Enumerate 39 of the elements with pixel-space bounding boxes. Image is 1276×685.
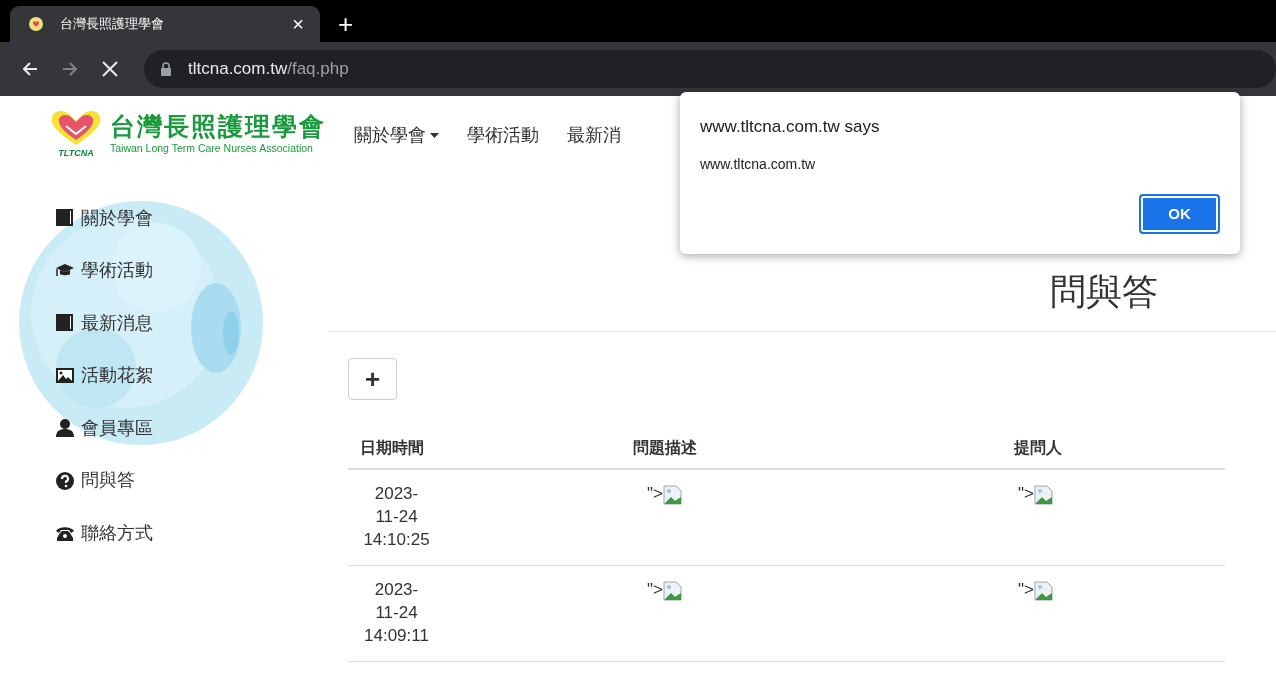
browser-tab[interactable]: 台灣長照護理學會 × xyxy=(10,6,320,42)
address-bar[interactable]: tltcna.com.tw/faq.php xyxy=(144,50,1276,88)
column-header: 問題描述 xyxy=(445,428,885,471)
question-icon xyxy=(55,470,75,491)
sidebar-item[interactable]: 學術活動 xyxy=(55,244,328,297)
column-header: 日期時間 xyxy=(348,428,445,471)
close-icon xyxy=(100,59,120,79)
column-header: 提問人 xyxy=(885,428,1225,471)
sidebar-item[interactable]: 活動花絮 xyxy=(55,349,328,402)
lock-icon xyxy=(160,62,172,76)
table-cell: 2023- 11-24 14:10:25 xyxy=(363,484,430,550)
sidebar-item[interactable]: 會員專區 xyxy=(55,402,328,455)
user-icon xyxy=(55,418,75,439)
logo-subtitle: Taiwan Long Term Care Nurses Association xyxy=(110,140,314,156)
sidebar-item[interactable]: 問與答 xyxy=(55,454,328,507)
table-cell: "> xyxy=(1018,580,1034,600)
table-cell: "> xyxy=(647,484,663,504)
nav-link[interactable]: 最新消 xyxy=(567,121,621,149)
nav-link[interactable]: 關於學會 xyxy=(354,121,439,149)
sidebar-item[interactable]: 最新消息 xyxy=(55,297,328,350)
ok-button[interactable]: OK xyxy=(1139,194,1220,234)
dialog-message: www.tltcna.com.tw xyxy=(700,154,817,174)
page-title: 問與答 xyxy=(1050,270,1159,314)
add-button[interactable]: + xyxy=(348,358,397,401)
book-icon xyxy=(55,208,75,229)
close-tab-button[interactable]: × xyxy=(288,14,308,34)
favicon-icon xyxy=(28,16,44,32)
nav-link[interactable]: 學術活動 xyxy=(467,121,539,149)
table-cell: 2023- 11-24 14:09:11 xyxy=(364,580,429,646)
sidebar-item[interactable]: 關於學會 xyxy=(55,192,328,245)
logo-title: 台灣長照護理學會 xyxy=(110,113,326,141)
book-icon xyxy=(55,313,75,334)
new-tab-button[interactable]: + xyxy=(334,11,358,37)
table-cell: "> xyxy=(647,580,663,600)
sidebar-item[interactable]: 聯絡方式 xyxy=(55,507,328,560)
logo-text: TLTCNA xyxy=(58,147,94,161)
url-text: tltcna.com.tw/faq.php xyxy=(188,58,349,81)
dialog-title: www.tltcna.com.tw says xyxy=(700,116,881,138)
table-cell: "> xyxy=(1018,484,1034,504)
